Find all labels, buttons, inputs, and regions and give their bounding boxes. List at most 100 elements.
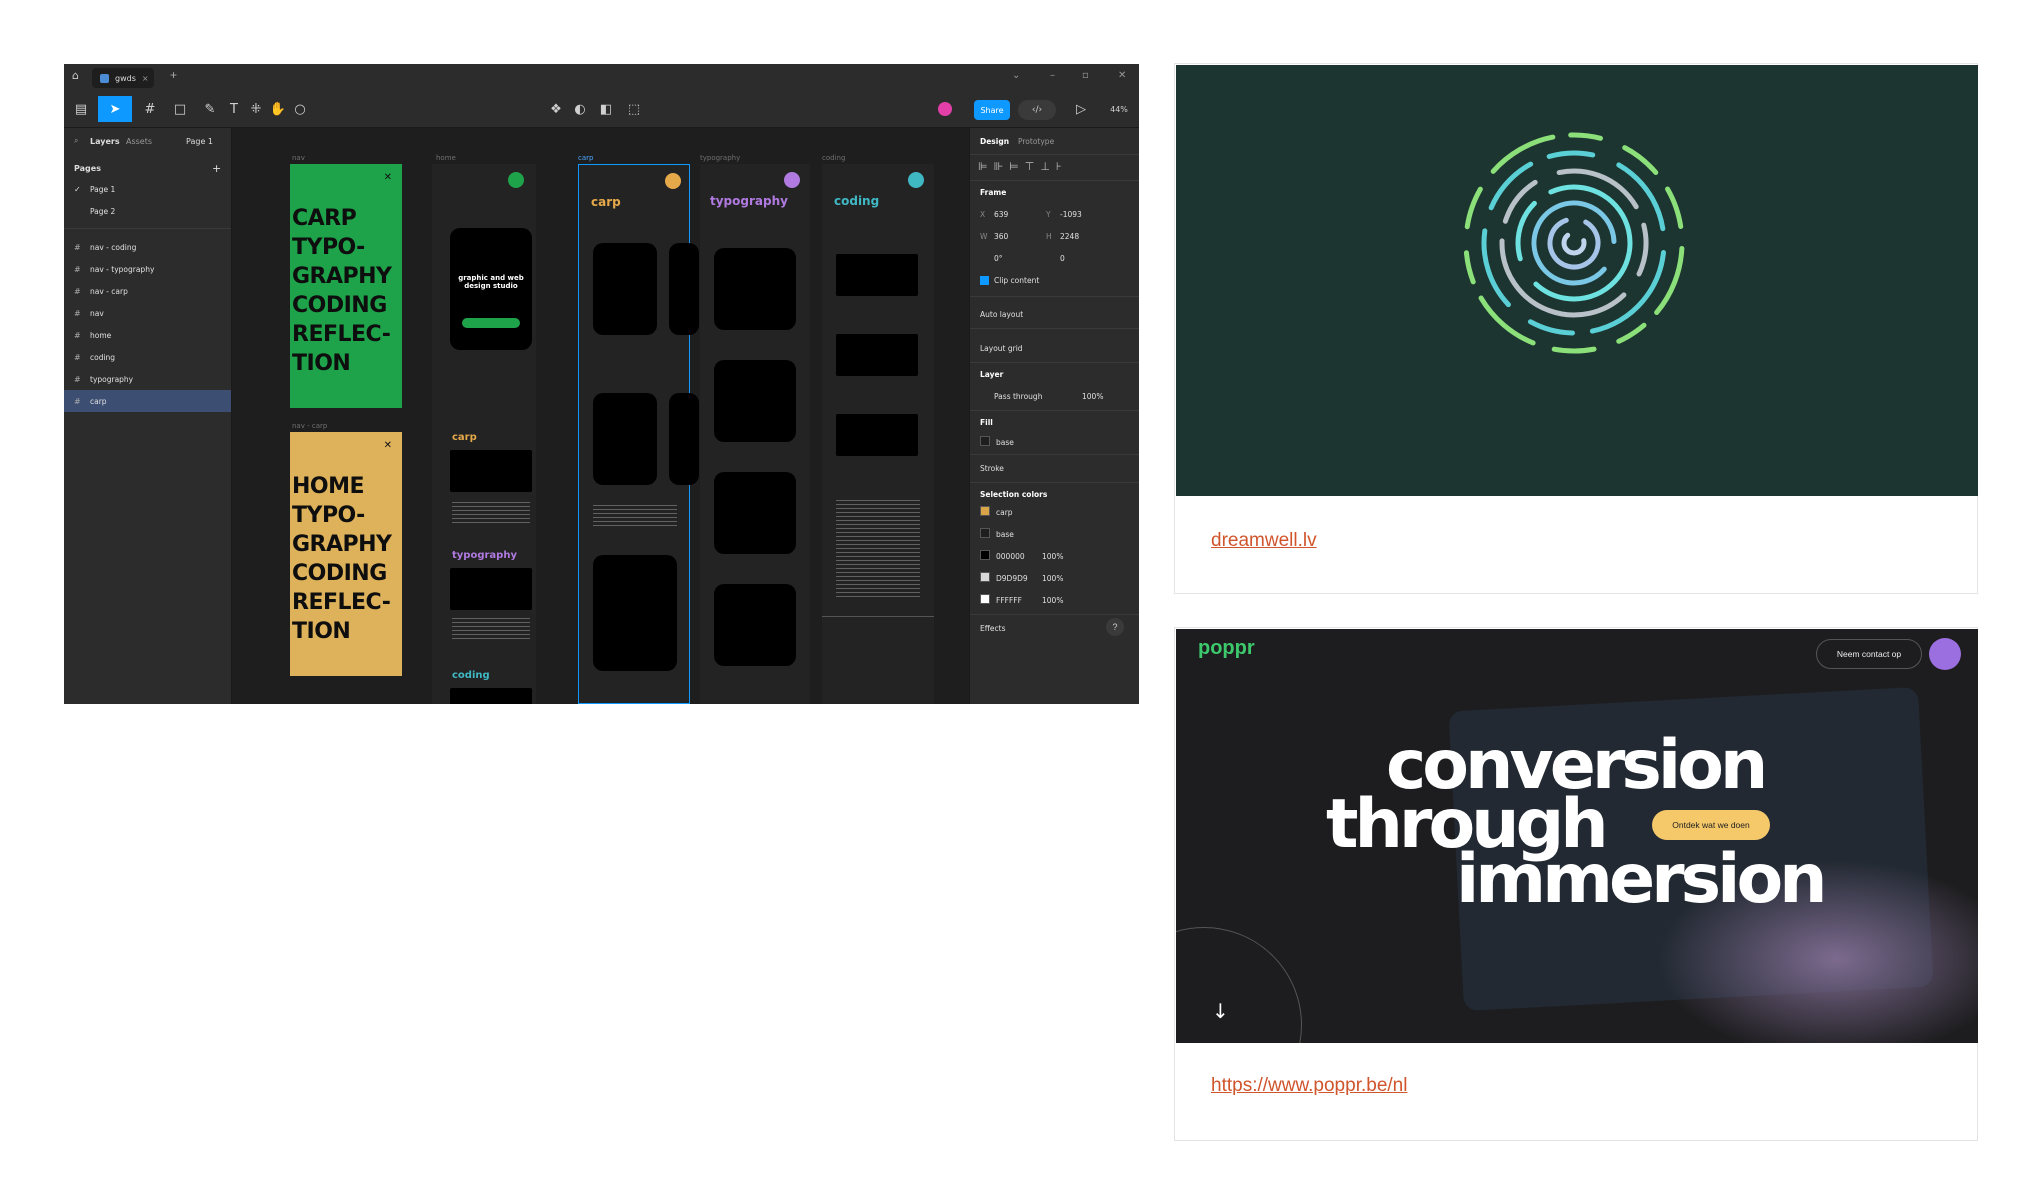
image-placeholder: [593, 555, 677, 671]
color-swatch[interactable]: [980, 572, 990, 582]
color-swatch[interactable]: [980, 528, 990, 538]
divider: [970, 410, 1139, 411]
layer-item[interactable]: # coding: [64, 346, 231, 368]
clip-content-label[interactable]: Clip content: [994, 276, 1039, 285]
opacity-field[interactable]: 100%: [1082, 392, 1103, 401]
frame-title[interactable]: Frame: [980, 188, 1006, 197]
layer-item-selected[interactable]: # carp: [64, 390, 231, 412]
shape-tool-icon[interactable]: □: [168, 96, 192, 122]
share-button[interactable]: Share: [974, 100, 1010, 120]
layer-item[interactable]: # home: [64, 324, 231, 346]
hand-tool-icon[interactable]: ✋: [268, 96, 288, 122]
close-icon[interactable]: ×: [142, 74, 149, 83]
auto-layout-label[interactable]: Auto layout: [980, 310, 1023, 319]
pen-tool-icon[interactable]: ✎: [198, 96, 222, 122]
chevron-down-icon[interactable]: ⌄: [1012, 70, 1020, 81]
frame-label: carp: [578, 154, 594, 162]
resources-icon[interactable]: ⁜: [246, 96, 266, 122]
mask-icon[interactable]: ◐: [570, 96, 590, 122]
layer-item[interactable]: # nav: [64, 302, 231, 324]
rotation-field[interactable]: 0°: [994, 254, 1003, 263]
fill-style[interactable]: base: [996, 438, 1014, 447]
image-placeholder: [714, 248, 796, 330]
layer-item[interactable]: # nav - coding: [64, 236, 231, 258]
search-icon[interactable]: ⌕: [74, 136, 78, 146]
crop-icon[interactable]: ⬚: [624, 96, 644, 122]
new-tab-icon[interactable]: +: [170, 68, 177, 82]
tab-layers[interactable]: Layers: [90, 137, 120, 146]
nav-frame[interactable]: ✕ CARP TYPO- GRAPHY CODING REFLEC- TION: [290, 164, 402, 408]
typography-frame[interactable]: typography: [700, 164, 810, 704]
x-field[interactable]: 639: [994, 210, 1008, 219]
layer-item[interactable]: # nav - typography: [64, 258, 231, 280]
canvas[interactable]: nav home carp typography coding nav - ca…: [232, 128, 968, 704]
color-swatch[interactable]: [980, 506, 990, 516]
text-tool-icon[interactable]: T: [224, 96, 244, 122]
cta-button[interactable]: Ontdek wat we doen: [1652, 810, 1770, 840]
zoom-level[interactable]: 44%: [1104, 96, 1134, 122]
color-swatch[interactable]: [980, 594, 990, 604]
comment-icon[interactable]: ○: [290, 96, 310, 122]
fill-swatch[interactable]: [980, 436, 990, 446]
blend-mode-select[interactable]: Pass through: [994, 392, 1042, 401]
tab-assets[interactable]: Assets: [126, 137, 152, 146]
poppr-link[interactable]: https://www.poppr.be/nl: [1211, 1075, 1407, 1097]
divider: [822, 616, 934, 617]
page-selector[interactable]: Page 1: [186, 137, 213, 146]
layout-grid-label[interactable]: Layout grid: [980, 344, 1023, 353]
divider: [970, 482, 1139, 483]
carp-frame-selected[interactable]: carp: [578, 164, 699, 704]
home-icon[interactable]: ⌂: [72, 69, 79, 82]
radius-field[interactable]: 0: [1060, 254, 1065, 263]
layer-label: typography: [90, 374, 134, 384]
y-field[interactable]: -1093: [1060, 210, 1082, 219]
frame-tool-icon[interactable]: #: [138, 96, 162, 122]
poppr-preview[interactable]: poppr Neem contact op conversion through…: [1176, 629, 1978, 1043]
title-bar: ⌂ gwds × + ⌄ – ▫ ✕: [64, 64, 1139, 90]
dreamwell-link[interactable]: dreamwell.lv: [1211, 530, 1317, 552]
layer-item[interactable]: # typography: [64, 368, 231, 390]
add-page-icon[interactable]: +: [212, 162, 221, 175]
menu-avatar-button[interactable]: [1929, 638, 1961, 670]
color-swatch[interactable]: [980, 550, 990, 560]
page-item-label: Page 1: [90, 184, 116, 194]
coding-frame[interactable]: coding: [822, 164, 934, 704]
frame-icon: #: [74, 396, 81, 406]
effects-title[interactable]: Effects: [980, 624, 1006, 633]
move-tool-icon[interactable]: ➤: [98, 96, 132, 122]
home-frame[interactable]: graphic and web design studio carp typog…: [432, 164, 536, 704]
window-close-icon[interactable]: ✕: [1118, 70, 1126, 81]
poppr-logo[interactable]: poppr: [1198, 637, 1255, 660]
avatar[interactable]: [936, 96, 954, 122]
page-item[interactable]: ✓ Page 1: [64, 178, 231, 200]
close-icon: ✕: [383, 440, 392, 451]
page-item[interactable]: Page 2: [64, 200, 231, 222]
play-icon[interactable]: ▷: [1072, 96, 1090, 122]
component-icon[interactable]: ❖: [546, 96, 566, 122]
file-tab[interactable]: gwds ×: [92, 68, 154, 88]
tab-prototype[interactable]: Prototype: [1018, 137, 1054, 146]
minimize-icon[interactable]: –: [1050, 70, 1055, 81]
help-icon[interactable]: ?: [1106, 618, 1124, 636]
layer-label: nav: [90, 308, 104, 318]
arrow-down-icon[interactable]: ↓: [1212, 999, 1229, 1023]
dreamwell-preview[interactable]: [1176, 65, 1978, 496]
boolean-icon[interactable]: ◧: [594, 96, 618, 122]
maximize-icon[interactable]: ▫: [1082, 70, 1089, 81]
dev-mode-toggle[interactable]: ‹/›: [1018, 100, 1056, 120]
fill-title: Fill: [980, 418, 993, 427]
width-field[interactable]: 360: [994, 232, 1008, 241]
stroke-title[interactable]: Stroke: [980, 464, 1004, 473]
nav-carp-frame[interactable]: ✕ HOME TYPO- GRAPHY CODING REFLEC- TION: [290, 432, 402, 676]
main-menu-icon[interactable]: ▤: [70, 96, 92, 122]
contact-button[interactable]: Neem contact op: [1816, 639, 1922, 669]
tab-design[interactable]: Design: [980, 137, 1009, 146]
layer-item[interactable]: # nav - carp: [64, 280, 231, 302]
align-icons[interactable]: ⊫⊪⊨⊤⊥⊦: [978, 160, 1068, 173]
checkbox-icon[interactable]: [980, 276, 989, 285]
height-field[interactable]: 2248: [1060, 232, 1079, 241]
frame-icon: #: [74, 374, 81, 384]
layer-title: Layer: [980, 370, 1004, 379]
x-label: X: [980, 210, 986, 219]
menu-line: CODING: [292, 561, 387, 586]
